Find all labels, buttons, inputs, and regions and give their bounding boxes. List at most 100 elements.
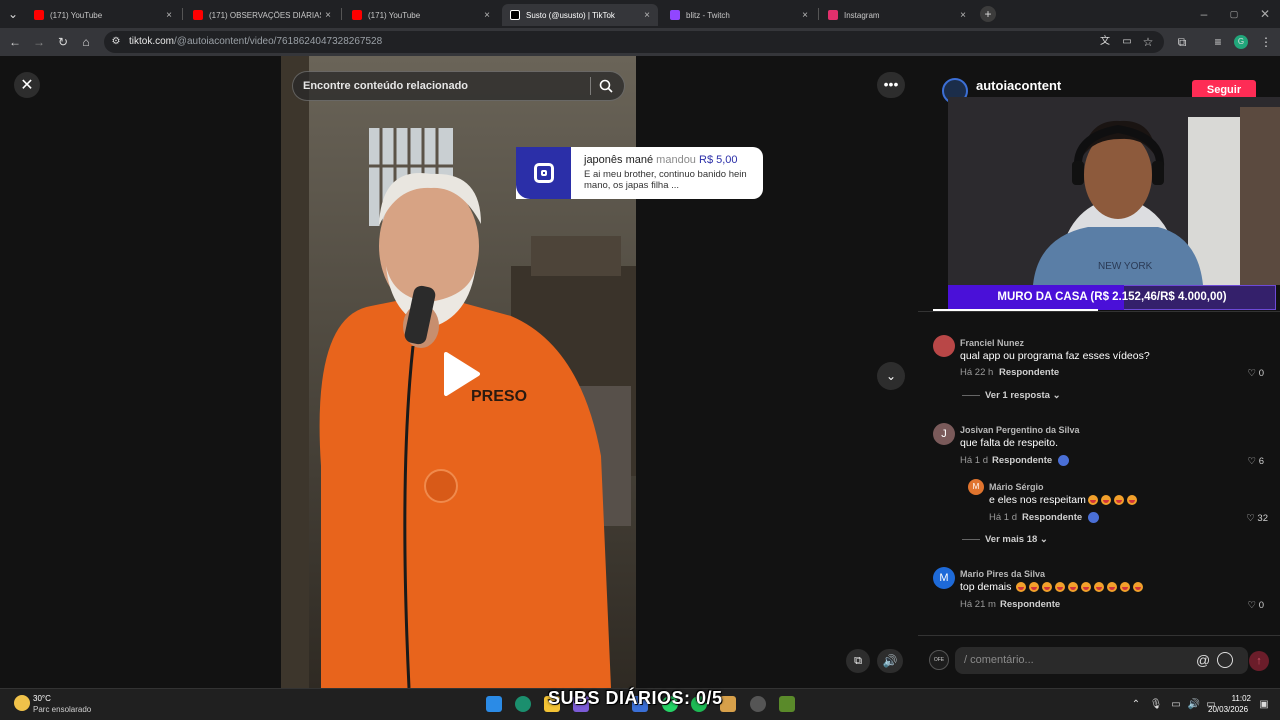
emoji-icon[interactable] (1217, 652, 1233, 668)
close-video-button[interactable]: ✕ (14, 72, 40, 98)
network-icon[interactable]: ▭ (1168, 697, 1184, 713)
reply-button[interactable]: Respondente (1000, 599, 1060, 610)
comment-avatar[interactable]: M (968, 479, 984, 495)
donor-name: japonês mané (584, 154, 654, 166)
reload-icon[interactable]: ↻ (55, 34, 71, 50)
author-username[interactable]: autoiacontent (976, 78, 1061, 93)
volume-tray-icon[interactable]: 🔊 (1186, 697, 1202, 713)
comment-author[interactable]: Franciel Nunez (960, 338, 1024, 348)
donation-message: E ai meu brother, continuo banido hein m… (584, 169, 747, 191)
home-icon[interactable]: ⌂ (78, 34, 94, 50)
clock-date[interactable]: 20/03/2026 (1208, 705, 1248, 714)
profile-avatar[interactable]: G (1234, 35, 1248, 49)
url-text[interactable]: tiktok.com/@autoiacontent/video/76186240… (129, 36, 382, 47)
like-button[interactable]: ♡ 0 (1234, 600, 1264, 611)
maximize-icon[interactable]: ▢ (1226, 6, 1242, 22)
media-controls-icon[interactable]: ≡ (1210, 34, 1226, 50)
comment-avatar[interactable]: M (933, 567, 955, 589)
comment-avatar[interactable] (933, 335, 955, 357)
reply-button[interactable]: Respondente (1022, 512, 1082, 523)
creator-liked-icon (1058, 455, 1069, 466)
comment-text: top demais (960, 581, 1012, 593)
replies-dash (962, 539, 980, 540)
laughing-emoji-icon (1029, 582, 1039, 592)
view-replies-label: Ver 1 resposta (985, 390, 1050, 401)
extensions-icon[interactable]: ⧉ (1174, 34, 1190, 50)
close-tab-icon[interactable]: × (802, 10, 808, 21)
comment-author[interactable]: Josivan Pergentino da Silva (960, 425, 1080, 435)
replies-dash (962, 395, 980, 396)
tab-tiktok[interactable]: Susto (@ususto) | TikTok × (502, 4, 658, 26)
search-icon[interactable] (599, 79, 613, 93)
like-count: 32 (1257, 513, 1268, 524)
start-menu-icon[interactable] (486, 696, 502, 712)
like-count: 0 (1258, 600, 1264, 611)
emoji-row (1088, 495, 1137, 505)
tab-instagram[interactable]: Instagram × (820, 4, 974, 26)
minimize-icon[interactable]: – (1196, 6, 1212, 22)
tab-youtube-1[interactable]: (171) YouTube × (26, 4, 180, 26)
tab-youtube-2[interactable]: (171) OBSERVAÇÕES DIÁRIAS | × (185, 4, 339, 26)
like-count: 6 (1258, 456, 1264, 467)
weather-description[interactable]: Parc ensolarado (33, 705, 91, 714)
goal-text: MURO DA CASA (R$ 2.152,46/R$ 4.000,00) (997, 291, 1227, 303)
emoji-row (1016, 582, 1143, 592)
weather-sun-icon[interactable] (14, 695, 30, 711)
clock-time[interactable]: 11:02 (1231, 694, 1251, 703)
close-tab-icon[interactable]: × (166, 10, 172, 21)
mini-player-button[interactable]: ⧉ (846, 649, 870, 673)
close-window-icon[interactable]: ✕ (1257, 6, 1273, 22)
laughing-emoji-icon (1088, 495, 1098, 505)
new-tab-icon[interactable]: + (980, 6, 996, 22)
reply-button[interactable]: Respondente (992, 455, 1052, 466)
app-icon[interactable] (779, 696, 795, 712)
tab-twitch[interactable]: blitz - Twitch × (662, 4, 816, 26)
microphone-icon[interactable]: 🎙 (1148, 697, 1164, 713)
view-replies-button[interactable]: Ver 1 resposta ⌄ (985, 390, 1061, 401)
tab-title: blitz - Twitch (686, 10, 730, 20)
forward-icon[interactable]: → (31, 34, 47, 50)
comment-time: Há 1 d (989, 512, 1017, 523)
browser-menu-icon[interactable]: ⋮ (1258, 34, 1274, 50)
youtube-icon (193, 10, 203, 20)
tab-title: Susto (@ususto) | TikTok (526, 10, 615, 20)
tab-list-icon[interactable]: ⌄ (5, 6, 21, 22)
bookmark-star-icon[interactable]: ☆ (1140, 34, 1156, 50)
view-more-label: Ver mais 18 (985, 534, 1038, 545)
close-tab-icon[interactable]: × (960, 10, 966, 21)
next-video-button[interactable]: ⌄ (877, 362, 905, 390)
site-info-icon[interactable]: ⚙ (108, 34, 124, 50)
youtube-icon (352, 10, 362, 20)
close-tab-icon[interactable]: × (325, 10, 331, 21)
weather-temperature[interactable]: 30°C (33, 694, 51, 703)
webcam-feed: NEW YORK (948, 97, 1280, 285)
reply-button[interactable]: Respondente (999, 367, 1059, 378)
search-divider (590, 77, 591, 95)
donation-amount: R$ 5,00 (699, 154, 738, 166)
more-options-button[interactable]: ••• (877, 72, 905, 98)
edge-icon[interactable] (515, 696, 531, 712)
send-comment-button[interactable]: ↑ (1249, 651, 1269, 671)
cast-icon[interactable]: ▭ (1119, 34, 1135, 50)
like-button[interactable]: ♡ 6 (1234, 456, 1264, 467)
notifications-icon[interactable]: ▣ (1256, 697, 1272, 713)
tab-youtube-3[interactable]: (171) YouTube × (344, 4, 498, 26)
creator-liked-icon (1088, 512, 1099, 523)
subs-overlay: SUBS DIÁRIOS: 0/5 (548, 688, 723, 708)
view-more-replies-button[interactable]: Ver mais 18 ⌄ (985, 534, 1048, 545)
like-button[interactable]: ♡ 0 (1234, 368, 1264, 379)
close-tab-icon[interactable]: × (644, 10, 650, 21)
comment-author[interactable]: Mário Sérgio (989, 482, 1044, 492)
mention-icon[interactable]: @ (1196, 652, 1210, 668)
play-icon[interactable] (442, 352, 482, 396)
like-button[interactable]: ♡ 32 (1238, 513, 1268, 524)
translate-icon[interactable]: 文 (1097, 34, 1113, 50)
volume-icon[interactable]: 🔊 (877, 649, 903, 673)
back-icon[interactable]: ← (7, 34, 23, 50)
obs-icon[interactable] (750, 696, 766, 712)
show-hidden-icons[interactable]: ⌃ (1128, 697, 1144, 713)
comment-avatar[interactable]: J (933, 423, 955, 445)
comment-author[interactable]: Mario Pires da Silva (960, 569, 1045, 579)
close-tab-icon[interactable]: × (484, 10, 490, 21)
donation-header: japonês mané mandou R$ 5,00 (584, 154, 738, 166)
